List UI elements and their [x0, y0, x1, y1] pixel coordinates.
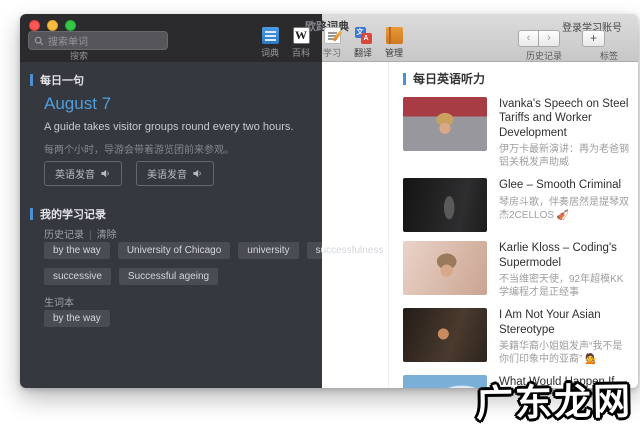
- search-icon: [34, 36, 44, 46]
- manage-book-icon: [386, 27, 403, 44]
- wordbook-label: 生词本: [44, 294, 74, 309]
- history-tag[interactable]: University of Chicago: [118, 242, 230, 259]
- toolbar-item-manage[interactable]: 管理: [382, 27, 406, 59]
- section-accent-bar: [403, 73, 406, 85]
- toolbar: 欧路词典 搜索单词 搜索 词典 W 百科 学习: [20, 14, 638, 62]
- uk-pronunciation-button[interactable]: 英语发音: [44, 161, 122, 186]
- button-label: 英语发音: [55, 166, 95, 181]
- toolbar-item-dictionary[interactable]: 词典: [258, 27, 282, 59]
- study-record-header: 我的学习记录: [30, 206, 106, 222]
- close-button[interactable]: [29, 20, 40, 31]
- section-title: 每日英语听力: [413, 70, 485, 87]
- toolbar-item-label: 词典: [261, 46, 279, 59]
- item-text: Karlie Kloss – Coding's Supermodel 不当维密天…: [499, 241, 632, 299]
- toolbar-items: 词典 W 百科 学习 文 A 翻译 管理: [258, 27, 406, 59]
- listening-item[interactable]: Karlie Kloss – Coding's Supermodel 不当维密天…: [403, 241, 632, 299]
- item-text: I Am Not Your Asian Stereotype 美籍华裔小姐姐发声…: [499, 308, 632, 366]
- listening-item[interactable]: I Am Not Your Asian Stereotype 美籍华裔小姐姐发声…: [403, 308, 632, 366]
- listening-item[interactable]: Ivanka's Speech on Steel Tariffs and Wor…: [403, 97, 632, 169]
- watermark-text: 广东龙网: [476, 371, 633, 427]
- speaker-icon: [100, 168, 111, 179]
- item-subtitle: 美籍华裔小姐姐发声“我不是你们印象中的亚裔” 💁: [499, 340, 632, 366]
- item-thumbnail: [403, 178, 487, 232]
- toolbar-item-label: 管理: [385, 46, 403, 59]
- clear-history-link[interactable]: 清除: [97, 230, 117, 241]
- dictionary-icon: [262, 27, 279, 44]
- toolbar-item-study[interactable]: 学习: [320, 27, 344, 59]
- history-tag[interactable]: by the way: [44, 242, 110, 259]
- pronunciation-buttons: 英语发音 美语发音: [44, 161, 214, 186]
- wikipedia-icon: W: [293, 27, 310, 44]
- search-input[interactable]: 搜索单词: [28, 31, 168, 50]
- item-thumbnail: [403, 308, 487, 362]
- item-title: Ivanka's Speech on Steel Tariffs and Wor…: [499, 97, 632, 140]
- listening-header: 每日英语听力: [403, 70, 632, 87]
- toolbar-item-label: 翻译: [354, 46, 372, 59]
- toolbar-item-translate[interactable]: 文 A 翻译: [351, 27, 375, 59]
- section-title: 我的学习记录: [40, 206, 106, 222]
- toolbar-item-label: 学习: [323, 46, 341, 59]
- translate-icon: 文 A: [355, 27, 372, 44]
- item-thumbnail: [403, 97, 487, 151]
- add-tab-button[interactable]: +: [582, 30, 605, 47]
- item-text: Glee – Smooth Criminal 琴房斗歌，伴奏居然是提琴双杰2CE…: [499, 178, 632, 232]
- daily-sentence-date: August 7: [44, 94, 111, 114]
- study-notebook-icon: [324, 27, 341, 44]
- item-text: Ivanka's Speech on Steel Tariffs and Wor…: [499, 97, 632, 169]
- translate-glyph-en: A: [361, 33, 372, 44]
- item-subtitle: 不当维密天使，92年超模KK学编程才是正经事: [499, 273, 632, 299]
- history-clear-line: 历史记录|清除: [44, 226, 117, 241]
- daily-sentence-header: 每日一句: [30, 72, 84, 88]
- history-tag[interactable]: successive: [44, 268, 111, 285]
- wordbook-tag[interactable]: by the way: [44, 310, 110, 327]
- minimize-button[interactable]: [47, 20, 58, 31]
- zoom-button[interactable]: [65, 20, 76, 31]
- item-thumbnail: [403, 375, 487, 388]
- toolbar-item-label: 百科: [292, 46, 310, 59]
- section-accent-bar: [30, 208, 33, 220]
- item-title: Karlie Kloss – Coding's Supermodel: [499, 241, 632, 270]
- listening-panel: 每日英语听力 Ivanka's Speech on Steel Tariffs …: [322, 62, 638, 388]
- daily-sentence-text: A guide takes visitor groups round every…: [44, 121, 308, 133]
- item-title: Glee – Smooth Criminal: [499, 178, 632, 192]
- history-tag[interactable]: university: [238, 242, 298, 259]
- search-toolbar-label: 搜索: [70, 49, 88, 62]
- item-subtitle: 琴房斗歌，伴奏居然是提琴双杰2CELLOS 🎻: [499, 196, 632, 222]
- button-label: 美语发音: [147, 166, 187, 181]
- content-area: 每日一句 August 7 A guide takes visitor grou…: [20, 62, 638, 388]
- item-subtitle: 伊万卡最新演讲：再为老爸钢铝关税发声助威: [499, 143, 632, 169]
- toolbar-item-encyclopedia[interactable]: W 百科: [289, 27, 313, 59]
- listening-list: 每日英语听力 Ivanka's Speech on Steel Tariffs …: [388, 62, 632, 388]
- speaker-icon: [192, 168, 203, 179]
- traffic-lights: [29, 20, 76, 31]
- back-button[interactable]: ‹: [518, 30, 539, 47]
- history-tag-row: successive Successful ageing: [44, 268, 374, 285]
- tabs-toolbar-label: 标签: [600, 49, 618, 62]
- listening-item[interactable]: Glee – Smooth Criminal 琴房斗歌，伴奏居然是提琴双杰2CE…: [403, 178, 632, 232]
- history-nav-segment: ‹ ›: [518, 30, 560, 47]
- section-title: 每日一句: [40, 72, 84, 88]
- search-placeholder: 搜索单词: [48, 33, 88, 48]
- study-panel: 每日一句 August 7 A guide takes visitor grou…: [20, 62, 322, 388]
- history-label: 历史记录: [44, 230, 84, 241]
- us-pronunciation-button[interactable]: 美语发音: [136, 161, 214, 186]
- divider: |: [84, 230, 97, 241]
- history-toolbar-label: 历史记录: [526, 49, 562, 62]
- item-thumbnail: [403, 241, 487, 295]
- daily-sentence-translation: 每两个小时，导游会带着游览团前来参观。: [44, 141, 308, 156]
- history-tag[interactable]: successfulness: [307, 242, 393, 259]
- wordbook-tag-row: by the way: [44, 310, 374, 327]
- app-window: 欧路词典 搜索单词 搜索 词典 W 百科 学习: [20, 14, 638, 388]
- section-accent-bar: [30, 74, 33, 86]
- history-tag-row: by the way University of Chicago univers…: [44, 242, 374, 259]
- forward-button[interactable]: ›: [539, 30, 560, 47]
- history-tag[interactable]: Successful ageing: [119, 268, 218, 285]
- item-title: I Am Not Your Asian Stereotype: [499, 308, 632, 337]
